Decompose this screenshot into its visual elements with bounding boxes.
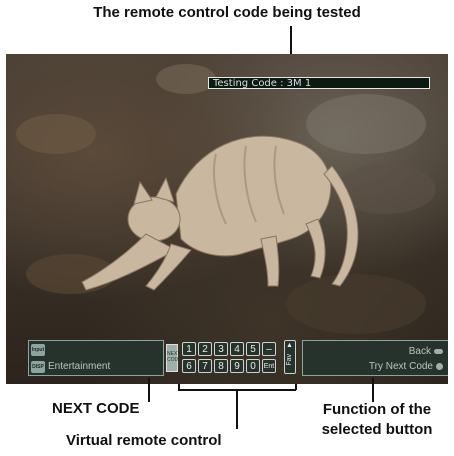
key-dash[interactable]: – bbox=[262, 342, 276, 356]
back-button-icon bbox=[434, 348, 443, 354]
fav-up-arrow-icon: ▲ bbox=[286, 342, 293, 349]
source-panel: Input DISP Entertainment bbox=[28, 340, 164, 376]
key-ent[interactable]: Ent bbox=[262, 359, 276, 373]
callout-line-remote-stem bbox=[236, 389, 238, 429]
fav-label: Fav bbox=[286, 354, 293, 366]
cat-image bbox=[81, 135, 359, 291]
key-2[interactable]: 2 bbox=[198, 342, 212, 356]
input-tag[interactable]: Input bbox=[31, 344, 45, 356]
key-5[interactable]: 5 bbox=[246, 342, 260, 356]
callout-function: Function of the selected button bbox=[300, 400, 454, 440]
callout-line-next bbox=[148, 378, 150, 402]
key-6[interactable]: 6 bbox=[182, 359, 196, 373]
callout-function-line1: Function of the bbox=[322, 401, 432, 418]
testing-code-display: Testing Code : 3M 1 bbox=[208, 77, 430, 89]
callout-testing-code: The remote control code being tested bbox=[93, 4, 361, 21]
callout-line-remote-right bbox=[295, 384, 297, 390]
function-panel: Back Try Next Code bbox=[302, 340, 448, 376]
back-function: Back bbox=[409, 346, 443, 358]
source-label: Entertainment bbox=[48, 361, 111, 372]
callout-virtual-remote: Virtual remote control bbox=[66, 432, 222, 449]
virtual-remote-bar: Input DISP Entertainment NEXT CODE 1 2 3… bbox=[28, 340, 448, 376]
disp-tag[interactable]: DISP bbox=[31, 361, 45, 373]
key-7[interactable]: 7 bbox=[198, 359, 212, 373]
callout-line-func bbox=[372, 378, 374, 402]
key-9[interactable]: 9 bbox=[230, 359, 244, 373]
key-4[interactable]: 4 bbox=[230, 342, 244, 356]
try-next-function: Try Next Code bbox=[369, 361, 443, 373]
key-0[interactable]: 0 bbox=[246, 359, 260, 373]
try-next-label: Try Next Code bbox=[368, 361, 433, 372]
callout-next-code: NEXT CODE bbox=[52, 400, 140, 417]
select-button-icon bbox=[436, 362, 443, 370]
key-3[interactable]: 3 bbox=[214, 342, 228, 356]
tv-screen: Testing Code : 3M 1 Input DISP Entertain… bbox=[6, 54, 448, 384]
key-8[interactable]: 8 bbox=[214, 359, 228, 373]
fav-button[interactable]: ▲ Fav bbox=[284, 340, 296, 374]
next-code-button[interactable]: NEXT CODE bbox=[166, 344, 181, 372]
back-label: Back bbox=[408, 346, 431, 357]
callout-function-line2: selected button bbox=[321, 421, 433, 438]
key-1[interactable]: 1 bbox=[182, 342, 196, 356]
